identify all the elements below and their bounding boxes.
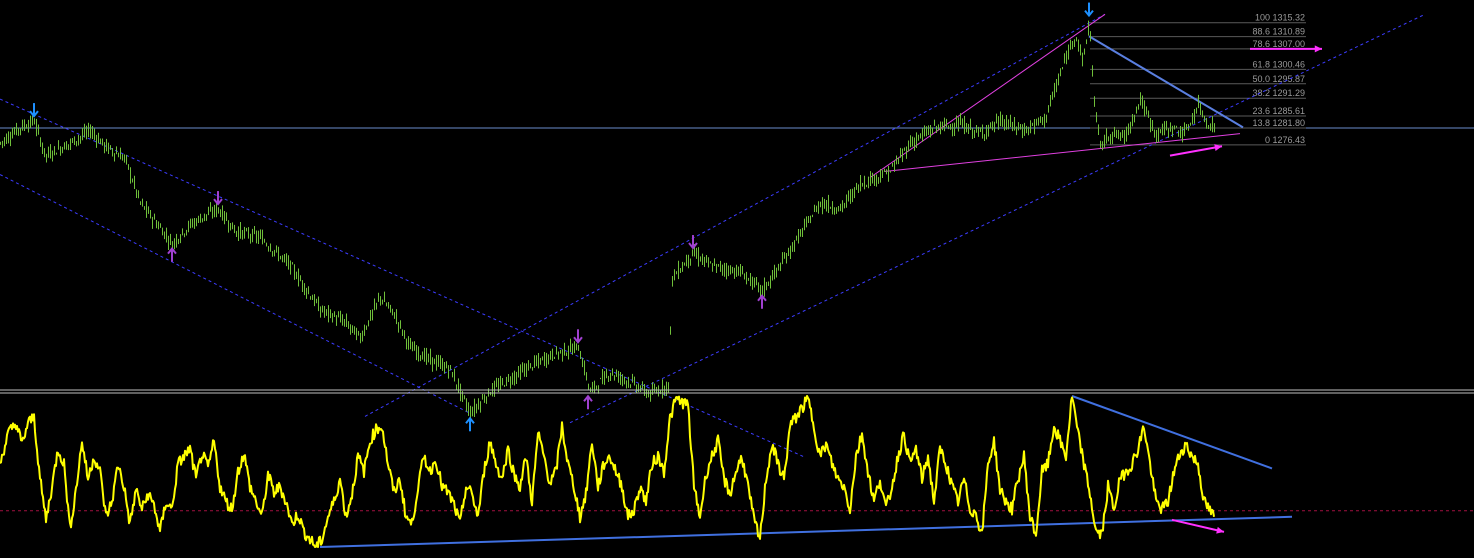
- fibonacci-level-label: 88.6 1310.89: [1252, 27, 1305, 37]
- chart-canvas: 100 1315.32 88.6 1310.89 78.6 1307.00 61.8 …: [0, 0, 1474, 553]
- fibonacci-level-label: 13.8 1281.80: [1252, 118, 1305, 128]
- fibonacci-level-label: 61.8 1300.46: [1252, 59, 1305, 69]
- fibonacci-level-label: 78.6 1307.00: [1252, 39, 1305, 49]
- fibonacci-level-label: 23.6 1285.61: [1252, 106, 1305, 116]
- trading-chart: 100 1315.32 88.6 1310.89 78.6 1307.00 61.8 …: [0, 0, 1474, 553]
- fibonacci-level-label: 0 1276.43: [1265, 135, 1305, 145]
- fibonacci-level-label: 100 1315.32: [1255, 13, 1305, 23]
